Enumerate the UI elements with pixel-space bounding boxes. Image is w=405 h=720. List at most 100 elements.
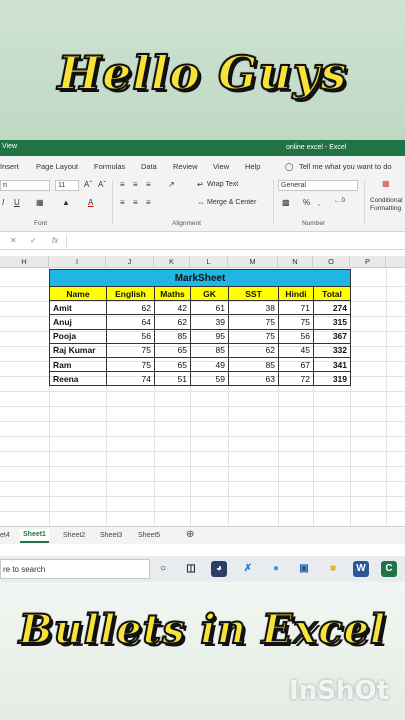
cell-gk[interactable]: 61: [190, 300, 229, 316]
percent-button[interactable]: %: [303, 198, 310, 207]
cell-total[interactable]: 367: [313, 328, 351, 344]
word-icon[interactable]: W: [353, 561, 369, 577]
sheet-tab-sheet5[interactable]: Sheet5: [138, 532, 160, 539]
number-format-select[interactable]: General: [278, 180, 358, 191]
cell-total[interactable]: 332: [313, 342, 351, 358]
sheet-tab-sheet1[interactable]: Sheet1: [20, 529, 49, 543]
font-size-select[interactable]: 11: [55, 180, 79, 191]
sheet-tab-4[interactable]: et4: [0, 532, 10, 539]
cell-maths[interactable]: 62: [154, 314, 191, 330]
edge-icon[interactable]: ●: [268, 561, 284, 577]
cell-sst[interactable]: 38: [228, 300, 279, 316]
cell-maths[interactable]: 42: [154, 300, 191, 316]
cell-total[interactable]: 315: [313, 314, 351, 330]
task-view-icon[interactable]: ◫: [183, 561, 199, 577]
decimal-icon[interactable]: ←.0: [334, 198, 345, 204]
borders-icon[interactable]: ▦: [36, 198, 44, 207]
conditional-formatting-icon[interactable]: ▦: [382, 179, 390, 188]
spreadsheet-grid[interactable]: H I J K L M N O P MarkSheet Name English…: [0, 256, 405, 526]
column-header-j[interactable]: J: [106, 256, 154, 268]
cell-maths[interactable]: 65: [154, 342, 191, 358]
column-header-k[interactable]: K: [154, 256, 190, 268]
cell-gk[interactable]: 59: [190, 371, 229, 387]
header-hindi[interactable]: Hindi: [278, 285, 314, 302]
cell-name[interactable]: Amit: [49, 300, 107, 316]
align-bottom-icon[interactable]: ≡: [146, 180, 151, 189]
cell-english[interactable]: 74: [106, 371, 155, 387]
cell-sst[interactable]: 63: [228, 371, 279, 387]
align-top-icon[interactable]: ≡: [120, 180, 125, 189]
cell-total[interactable]: 274: [313, 300, 351, 316]
tab-data[interactable]: Data: [141, 162, 157, 171]
tell-me-search[interactable]: Tell me what you want to do: [299, 162, 392, 171]
wrap-text-icon[interactable]: ↵: [197, 180, 204, 189]
cell-english[interactable]: 75: [106, 342, 155, 358]
header-english[interactable]: English: [106, 285, 155, 302]
cell-maths[interactable]: 51: [154, 371, 191, 387]
cell-gk[interactable]: 49: [190, 356, 229, 373]
align-middle-icon[interactable]: ≡: [133, 180, 138, 189]
add-sheet-icon[interactable]: ⊕: [186, 529, 194, 540]
cell-name[interactable]: Pooja: [49, 328, 107, 344]
increase-font-icon[interactable]: Aˆ: [84, 180, 92, 189]
cell-english[interactable]: 62: [106, 300, 155, 316]
align-center-icon[interactable]: ≡: [133, 198, 138, 207]
cell-hindi[interactable]: 72: [278, 371, 314, 387]
font-color-icon[interactable]: A: [88, 198, 93, 207]
column-header-h[interactable]: H: [0, 256, 49, 268]
store-icon[interactable]: ▣: [296, 561, 312, 577]
sheet-tab-sheet2[interactable]: Sheet2: [63, 532, 85, 539]
column-header-n[interactable]: N: [278, 256, 313, 268]
cell-name[interactable]: Reena: [49, 371, 107, 387]
header-gk[interactable]: GK: [190, 285, 229, 302]
insert-function-button[interactable]: fx: [52, 236, 58, 245]
cell-hindi[interactable]: 56: [278, 328, 314, 344]
orientation-icon[interactable]: ↗: [168, 180, 175, 189]
column-header-l[interactable]: L: [190, 256, 228, 268]
formula-input[interactable]: [66, 234, 402, 248]
currency-icon[interactable]: ▩: [282, 198, 290, 207]
conditional-formatting-button[interactable]: Conditional: [370, 197, 403, 204]
column-header-i[interactable]: I: [49, 256, 106, 268]
underline-icon[interactable]: U: [14, 198, 20, 207]
font-name-select[interactable]: ri: [0, 180, 50, 191]
cell-hindi[interactable]: 45: [278, 342, 314, 358]
cortana-icon[interactable]: ○: [155, 561, 171, 577]
excel-icon[interactable]: C: [381, 561, 397, 577]
cell-name[interactable]: Anuj: [49, 314, 107, 330]
header-maths[interactable]: Maths: [154, 285, 191, 302]
wrap-text-button[interactable]: Wrap Text: [207, 181, 238, 188]
marksheet-title[interactable]: MarkSheet: [49, 269, 351, 287]
column-header-o[interactable]: O: [313, 256, 350, 268]
tab-review[interactable]: Review: [173, 162, 198, 171]
app-icon[interactable]: ◕: [211, 561, 227, 577]
cell-hindi[interactable]: 75: [278, 314, 314, 330]
cell-sst[interactable]: 85: [228, 356, 279, 373]
decrease-font-icon[interactable]: Aˇ: [98, 180, 106, 189]
column-header-q[interactable]: [386, 256, 405, 268]
tab-formulas[interactable]: Formulas: [94, 162, 125, 171]
cell-english[interactable]: 75: [106, 356, 155, 373]
taskbar-search-box[interactable]: re to search: [0, 559, 150, 579]
cell-maths[interactable]: 65: [154, 356, 191, 373]
align-right-icon[interactable]: ≡: [146, 198, 151, 207]
cell-name[interactable]: Ram: [49, 356, 107, 373]
cell-sst[interactable]: 75: [228, 314, 279, 330]
cell-maths[interactable]: 85: [154, 328, 191, 344]
cell-hindi[interactable]: 67: [278, 356, 314, 373]
cell-total[interactable]: 319: [313, 371, 351, 387]
header-total[interactable]: Total: [313, 285, 351, 302]
fill-color-icon[interactable]: ▲: [62, 198, 70, 207]
tab-page-layout[interactable]: Page Layout: [36, 162, 78, 171]
cancel-icon[interactable]: ✕: [10, 236, 17, 245]
cell-gk[interactable]: 95: [190, 328, 229, 344]
quick-access-view[interactable]: View: [2, 143, 17, 150]
tab-help[interactable]: Help: [245, 162, 260, 171]
tab-insert[interactable]: Insert: [0, 162, 19, 171]
vscode-icon[interactable]: ✗: [240, 561, 256, 577]
column-header-m[interactable]: M: [228, 256, 278, 268]
enter-icon[interactable]: ✓: [30, 236, 37, 245]
column-header-p[interactable]: P: [350, 256, 386, 268]
cell-sst[interactable]: 62: [228, 342, 279, 358]
file-explorer-icon[interactable]: ■: [325, 561, 341, 577]
